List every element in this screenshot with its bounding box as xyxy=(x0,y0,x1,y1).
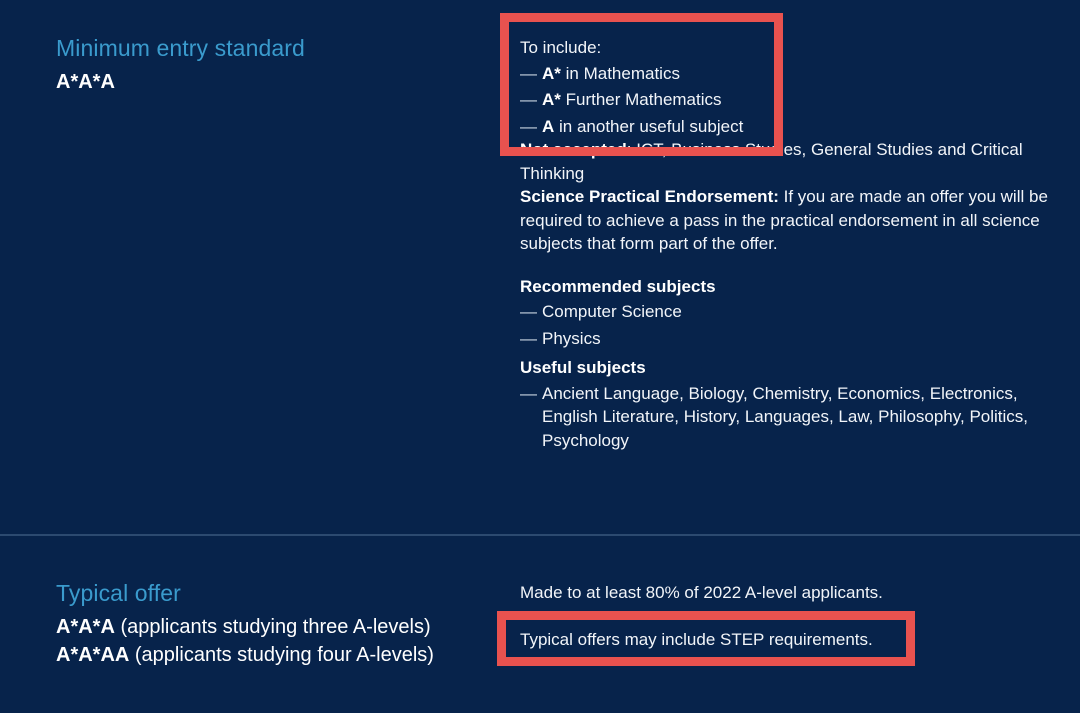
typical-offer-right-column: Made to at least 80% of 2022 A-level app… xyxy=(520,581,1050,651)
typical-offer-heading: Typical offer xyxy=(56,580,181,606)
to-include-item-grade: A* xyxy=(542,90,561,109)
to-include-item-subject: in Mathematics xyxy=(560,63,680,83)
dash-bullet-icon: — xyxy=(520,328,537,348)
typical-offer-made-to-note: Made to at least 80% of 2022 A-level app… xyxy=(520,583,883,602)
to-include-item: — A in another useful subject xyxy=(520,115,1050,139)
to-include-item-subject: in another useful subject xyxy=(554,116,744,136)
section-divider xyxy=(0,534,1080,536)
to-include-item: — A* in Mathematics xyxy=(520,62,1050,86)
science-practical-endorsement-paragraph: Science Practical Endorsement: If you ar… xyxy=(520,185,1050,256)
typical-offer-grade-four-note: (applicants studying four A-levels) xyxy=(129,644,434,666)
dash-bullet-icon: — xyxy=(520,90,537,109)
to-include-item-grade: A* xyxy=(542,63,561,83)
useful-subject-label: Ancient Language, Biology, Chemistry, Ec… xyxy=(542,383,1029,450)
minimum-entry-standard-section: Minimum entry standard A*A*A To include:… xyxy=(0,0,1080,535)
minimum-entry-standard-heading: Minimum entry standard xyxy=(56,35,305,61)
recommended-subject-label: Physics xyxy=(542,328,601,348)
minimum-entry-standard-right-column: To include: — A* in Mathematics — A* Furth… xyxy=(520,36,1050,452)
minimum-entry-standard-left-column: Minimum entry standard A*A*A xyxy=(56,33,476,96)
typical-offer-grade-three: A*A*A (applicants studying three A-level… xyxy=(56,613,476,641)
dash-bullet-icon: — xyxy=(520,383,537,403)
typical-offer-grade-four: A*A*AA (applicants studying four A-level… xyxy=(56,641,476,669)
typical-offer-step-note: Typical offers may include STEP requirem… xyxy=(520,629,873,649)
to-include-item: — A* Further Mathematics xyxy=(520,88,1050,112)
typical-offer-grade-four-value: A*A*AA xyxy=(56,644,130,666)
typical-offer-grade-three-value: A*A*A xyxy=(56,616,115,638)
typical-offer-left-column: Typical offer A*A*A (applicants studying… xyxy=(56,578,476,669)
recommended-subject-item: — Physics xyxy=(520,327,1050,351)
dash-bullet-icon: — xyxy=(520,63,537,83)
useful-subject-item: — Ancient Language, Biology, Chemistry, E… xyxy=(520,382,1050,453)
to-include-list: — A* in Mathematics — A* Further Mathemati… xyxy=(520,62,1050,139)
to-include-label: To include: xyxy=(520,38,602,57)
typical-offer-grade-three-note: (applicants studying three A-levels) xyxy=(114,616,431,638)
useful-subjects-heading: Useful subjects xyxy=(520,358,646,377)
recommended-subjects-list: — Computer Science — Physics xyxy=(520,300,1050,350)
dash-bullet-icon: — xyxy=(520,116,537,136)
not-accepted-label: Not accepted xyxy=(520,140,627,159)
recommended-subjects-heading: Recommended subjects xyxy=(520,276,716,296)
minimum-entry-standard-grade: A*A*A xyxy=(56,71,115,93)
recommended-subject-label: Computer Science xyxy=(542,302,682,321)
dash-bullet-icon: — xyxy=(520,302,537,321)
entry-requirements-page: Minimum entry standard A*A*A To include:… xyxy=(0,0,1080,713)
to-include-item-subject: Further Mathematics xyxy=(560,90,722,109)
typical-offer-section: Typical offer A*A*A (applicants studying… xyxy=(0,537,1080,713)
to-include-item-grade: A xyxy=(542,116,555,136)
useful-subjects-list: — Ancient Language, Biology, Chemistry, E… xyxy=(520,382,1050,453)
science-practical-endorsement-label: Science Practical Endorsement: xyxy=(520,187,779,206)
recommended-subject-item: — Computer Science xyxy=(520,300,1050,324)
not-accepted-paragraph: Not accepted: ICT, Business Studies, Gen… xyxy=(520,138,1050,185)
